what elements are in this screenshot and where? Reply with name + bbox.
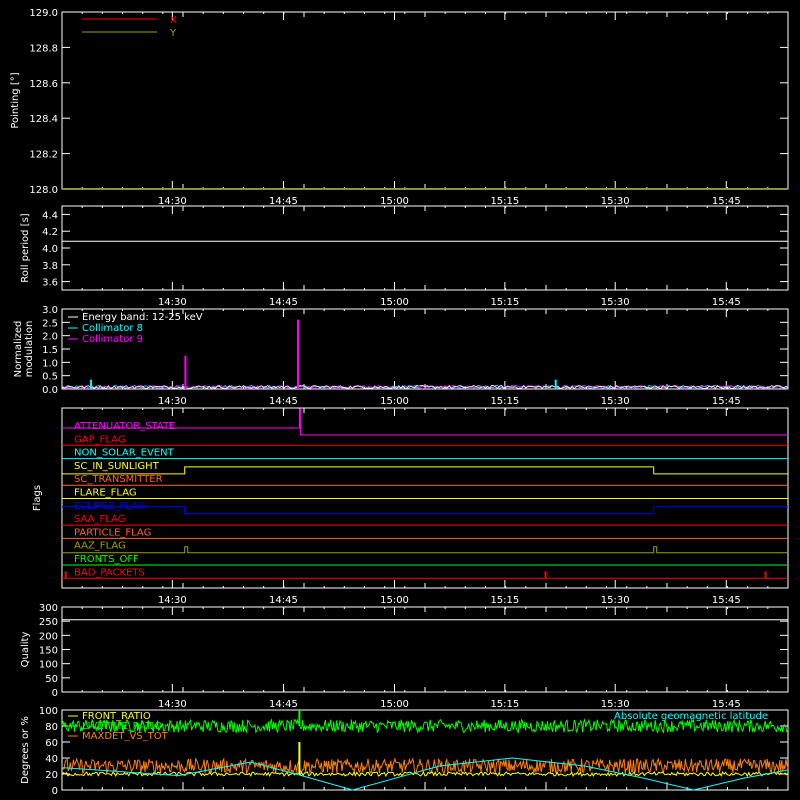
y-tick-label: 2.5 (42, 318, 58, 329)
y-axis-label: Flags (32, 485, 43, 511)
flag-label: GAP_FLAG (74, 434, 126, 445)
y-tick-label: 0.0 (42, 385, 58, 396)
y-tick-label: 0.5 (42, 372, 58, 383)
x-tick-label: 15:45 (712, 699, 741, 710)
geomagnetic-latitude-label: Absolute geomagnetic latitude (614, 711, 768, 722)
x-tick-label: 14:45 (269, 699, 298, 710)
x-tick-label: 15:30 (601, 595, 630, 606)
x-tick-label: 14:30 (158, 699, 187, 710)
flag-label: BAD_PACKETS (74, 567, 145, 578)
legend-label: Energy band: 12-25 keV (82, 312, 203, 323)
y-axis-label: modulation (24, 321, 35, 378)
legend-label-y: Y (169, 28, 177, 39)
y-tick-label: 129.0 (29, 8, 58, 19)
y-tick-label: 0 (52, 786, 58, 797)
y-axis-label: Quality (20, 632, 31, 668)
x-tick-label: 15:00 (380, 196, 409, 207)
y-tick-label: 3.6 (42, 278, 58, 289)
y-tick-label: 3.0 (42, 305, 58, 316)
x-tick-label: 15:30 (601, 196, 630, 207)
x-tick-label: 15:45 (712, 396, 741, 407)
y-tick-label: 1.0 (42, 358, 58, 369)
y-tick-label: 128.2 (29, 150, 58, 161)
flag-label: SAA_FLAG (74, 514, 125, 525)
x-tick-label: 15:30 (601, 297, 630, 308)
rhessi-quicklook-figure: 14:30 14:45 15:00 15:15 15:30 15:45 128.0 128.2… (0, 0, 800, 800)
flag-label: ATTENUATOR_STATE (74, 421, 175, 432)
x-tick-label: 15:00 (380, 595, 409, 606)
y-tick-label: 100 (39, 706, 58, 717)
y-axis-label: Roll period [s] (20, 213, 31, 282)
y-tick-label: 80 (45, 722, 58, 733)
x-tick-label: 15:45 (712, 196, 741, 207)
y-tick-label: 1.5 (42, 345, 58, 356)
y-tick-label: 2.0 (42, 332, 58, 343)
y-tick-label: 20 (45, 770, 58, 781)
y-tick-label: 250 (39, 617, 58, 628)
y-axis-label: Normalized (13, 321, 24, 378)
y-tick-label: 128.6 (29, 79, 58, 90)
y-tick-label: 128.4 (29, 114, 58, 125)
y-axis-label: Degrees or % (20, 716, 31, 784)
x-tick-label: 15:15 (490, 297, 519, 308)
legend-label: Collimator 9 (82, 334, 143, 345)
y-tick-label: 4.0 (42, 244, 58, 255)
y-tick-label: 0 (52, 688, 58, 699)
legend-label: Collimator 8 (82, 323, 143, 334)
x-tick-label: 14:30 (158, 396, 187, 407)
flag-label: FRONTS_OFF (74, 554, 139, 565)
x-tick-label: 14:45 (269, 396, 298, 407)
x-tick-label: 14:30 (158, 196, 187, 207)
flag-label: AAZ_FLAG (74, 541, 126, 552)
flag-label: NON_SOLAR_EVENT (74, 448, 175, 459)
x-tick-label: 15:00 (380, 699, 409, 710)
x-tick-label: 14:45 (269, 196, 298, 207)
flag-label: FLARE_FLAG (74, 488, 137, 499)
x-tick-label: 14:45 (269, 297, 298, 308)
y-tick-label: 200 (39, 631, 58, 642)
x-tick-label: 15:15 (490, 595, 519, 606)
x-tick-label: 14:30 (158, 297, 187, 308)
y-tick-label: 300 (39, 603, 58, 614)
x-tick-label: 15:45 (712, 595, 741, 606)
x-tick-label: 15:00 (380, 297, 409, 308)
legend-label: MAXDET_VS_TOT (82, 731, 169, 742)
x-tick-label: 15:30 (601, 396, 630, 407)
y-tick-label: 150 (39, 646, 58, 657)
x-tick-label: 15:15 (490, 396, 519, 407)
y-tick-label: 128.8 (29, 43, 58, 54)
y-tick-label: 128.0 (29, 185, 58, 196)
x-tick-label: 15:15 (490, 699, 519, 710)
y-tick-label: 50 (45, 674, 58, 685)
x-tick-label: 15:15 (490, 196, 519, 207)
x-tick-label: 15:30 (601, 699, 630, 710)
x-tick-label: 15:00 (380, 396, 409, 407)
flag-label: SC_TRANSMITTER (74, 474, 163, 485)
y-tick-label: 40 (45, 754, 58, 765)
x-tick-label: 15:45 (712, 297, 741, 308)
legend-label-x: X (170, 15, 177, 26)
flag-label: SC_IN_SUNLIGHT (74, 461, 160, 472)
flag-label: PARTICLE_FLAG (74, 527, 151, 538)
x-tick-label: 14:30 (158, 595, 187, 606)
y-tick-label: 4.2 (42, 227, 58, 238)
y-axis-label: Pointing [°] (10, 72, 21, 128)
y-tick-label: 60 (45, 738, 58, 749)
y-tick-label: 3.8 (42, 261, 58, 272)
y-tick-label: 4.4 (42, 210, 58, 221)
x-tick-label: 14:45 (269, 595, 298, 606)
y-tick-label: 100 (39, 660, 58, 671)
